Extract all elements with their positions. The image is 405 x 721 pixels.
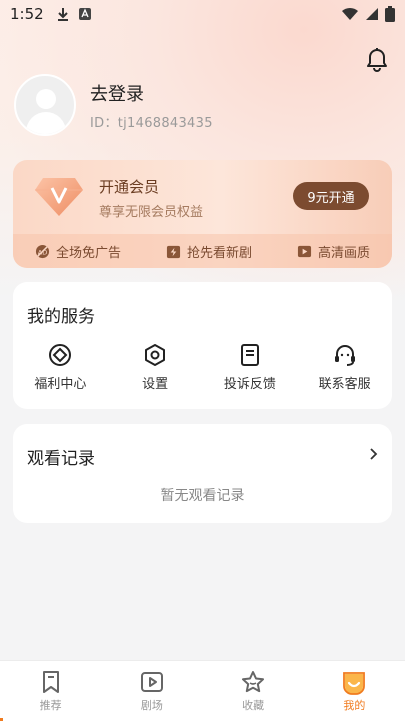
- user-id: ID：tj1468843435: [90, 115, 213, 131]
- perk-hd: 高清画质: [297, 242, 370, 261]
- vip-open-button[interactable]: 9元开通: [293, 182, 369, 210]
- watch-history-card[interactable]: 观看记录 暂无观看记录: [13, 424, 392, 523]
- services-card: 我的服务 福利中心 设置 投诉反馈 联系客服: [13, 282, 392, 409]
- welfare-icon: [49, 344, 72, 366]
- battery-icon: [385, 6, 395, 22]
- tab-label: 剧场: [140, 699, 163, 712]
- lightning-icon: [166, 245, 181, 258]
- feedback-icon: [240, 344, 259, 366]
- history-title: 观看记录: [27, 449, 95, 469]
- wifi-icon: [342, 7, 358, 20]
- hd-icon: [297, 245, 312, 257]
- chevron-right-icon[interactable]: [368, 447, 378, 461]
- star-icon: [242, 671, 265, 693]
- tab-favorites[interactable]: 收藏: [203, 661, 304, 721]
- status-time: 1:52: [10, 5, 44, 23]
- vip-perks: AD 全场免广告 抢先看新剧 高清画质: [13, 234, 392, 268]
- svg-text:AD: AD: [38, 248, 48, 256]
- tab-recommend[interactable]: 推荐: [0, 661, 101, 721]
- service-customer-support[interactable]: 联系客服: [297, 342, 392, 392]
- notification-app-icon: [78, 8, 91, 20]
- services-title: 我的服务: [27, 307, 95, 327]
- service-welfare-center[interactable]: 福利中心: [13, 342, 108, 392]
- perk-early-access: 抢先看新剧: [166, 242, 252, 261]
- signal-icon: [366, 8, 378, 20]
- no-ads-icon: AD: [35, 244, 50, 258]
- service-label: 投诉反馈: [223, 377, 276, 392]
- tab-label: 我的: [343, 699, 366, 712]
- avatar[interactable]: [14, 74, 76, 136]
- service-settings[interactable]: 设置: [108, 342, 203, 392]
- service-label: 福利中心: [34, 377, 87, 392]
- tab-label: 推荐: [39, 699, 62, 712]
- bell-icon[interactable]: [365, 47, 389, 73]
- tab-mine[interactable]: 我的: [304, 661, 405, 721]
- play-icon: [140, 672, 163, 692]
- login-link[interactable]: 去登录: [90, 80, 213, 106]
- perk-label: 高清画质: [317, 245, 370, 261]
- profile-icon: [343, 672, 366, 695]
- status-bar: 1:52: [0, 0, 405, 28]
- perk-no-ads: AD 全场免广告: [35, 242, 121, 261]
- tab-label: 收藏: [242, 699, 265, 712]
- vip-subtitle: 尊享无限会员权益: [99, 205, 204, 220]
- vip-badge-icon: [35, 178, 83, 216]
- bookmark-icon: [42, 671, 59, 693]
- download-icon: [57, 8, 68, 21]
- vip-card[interactable]: 开通会员 尊享无限会员权益 9元开通 AD 全场免广告 抢先看新剧 高清画质: [13, 160, 392, 268]
- service-label: 设置: [142, 377, 169, 392]
- perk-label: 抢先看新剧: [186, 245, 252, 261]
- history-empty-text: 暂无观看记录: [160, 488, 245, 504]
- vip-title: 开通会员: [99, 178, 160, 196]
- settings-icon: [145, 344, 166, 366]
- tab-theater[interactable]: 剧场: [101, 661, 202, 721]
- perk-label: 全场免广告: [56, 245, 122, 261]
- service-feedback[interactable]: 投诉反馈: [203, 342, 298, 392]
- service-label: 联系客服: [318, 377, 371, 392]
- headset-icon: [334, 345, 355, 366]
- bottom-tab-bar: 推荐 剧场 收藏 我的: [0, 660, 405, 721]
- profile-section[interactable]: 去登录 ID：tj1468843435: [14, 74, 213, 136]
